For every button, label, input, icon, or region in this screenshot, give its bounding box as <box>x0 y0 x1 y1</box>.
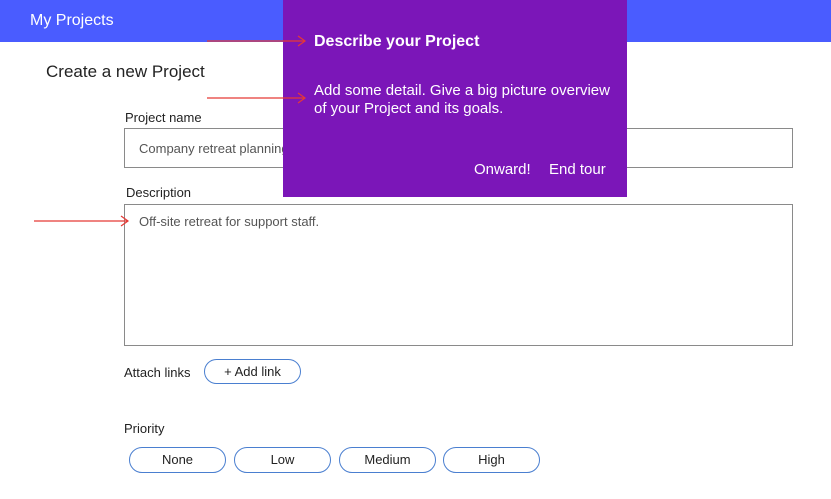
tour-popover: Describe your Project Add some detail. G… <box>283 0 627 197</box>
description-label: Description <box>126 185 192 200</box>
attach-links-label: Attach links <box>124 365 191 380</box>
priority-high-button[interactable]: High <box>443 447 540 473</box>
priority-low-button[interactable]: Low <box>234 447 331 473</box>
project-name-label: Project name <box>125 110 202 125</box>
annotation-arrow-title <box>207 35 307 47</box>
add-link-button[interactable]: + Add link <box>204 359 301 384</box>
tour-end-button[interactable]: End tour <box>549 161 606 178</box>
tour-body: Add some detail. Give a big picture over… <box>314 82 610 117</box>
annotation-arrow-body <box>207 92 307 104</box>
tour-title: Describe your Project <box>314 33 480 50</box>
priority-label: Priority <box>124 421 165 436</box>
priority-medium-button[interactable]: Medium <box>339 447 436 473</box>
annotation-arrow-description <box>34 215 130 227</box>
tour-next-button[interactable]: Onward! <box>474 161 531 178</box>
priority-none-button[interactable]: None <box>129 447 226 473</box>
app-title[interactable]: My Projects <box>30 12 114 30</box>
description-textarea[interactable]: Off-site retreat for support staff. <box>124 204 793 346</box>
page-title: Create a new Project <box>46 62 205 81</box>
